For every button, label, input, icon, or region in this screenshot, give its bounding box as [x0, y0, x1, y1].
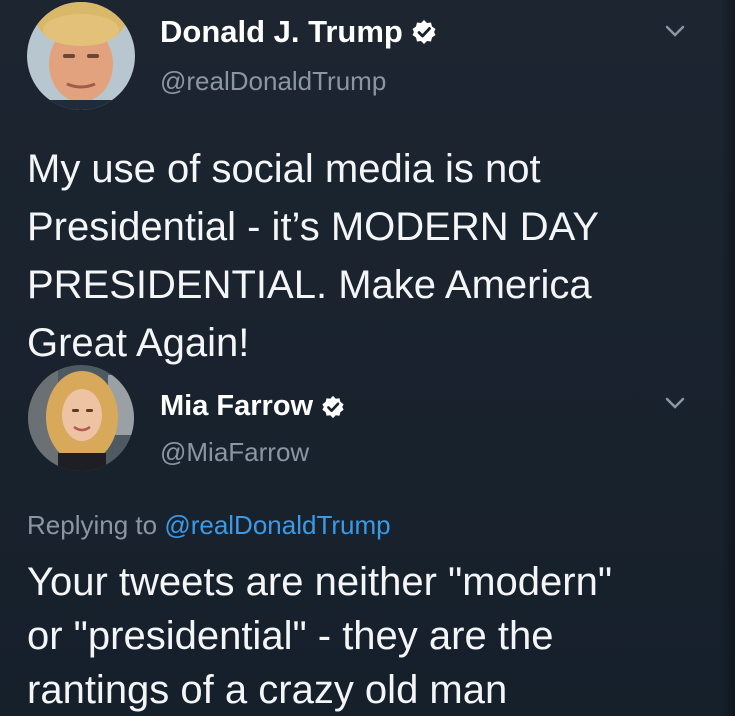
verified-badge-icon — [411, 19, 437, 45]
profile-photo-icon — [28, 365, 134, 471]
screen-edge-shadow — [721, 0, 735, 716]
author-handle[interactable]: @realDonaldTrump — [160, 66, 386, 97]
timeline-view: Donald J. Trump @realDonaldTrump My use … — [0, 0, 735, 716]
verified-badge-icon — [321, 395, 345, 419]
trump-name-line[interactable]: Donald J. Trump — [160, 14, 437, 50]
chevron-down-icon[interactable] — [664, 396, 686, 410]
chevron-down-icon[interactable] — [664, 24, 686, 38]
reply-text-line: rantings of a crazy old man — [27, 668, 508, 712]
replying-to: Replying to @realDonaldTrump — [27, 510, 391, 541]
profile-photo-icon — [27, 2, 135, 110]
replying-to-mention[interactable]: @realDonaldTrump — [164, 510, 390, 540]
reply-text-line: Your tweets are neither "modern" — [27, 560, 613, 604]
author-handle[interactable]: @MiaFarrow — [160, 437, 309, 468]
tweet-text-line: PRESIDENTIAL. Make America — [27, 263, 592, 307]
farrow-name-line[interactable]: Mia Farrow — [160, 390, 345, 423]
replying-to-label: Replying to — [27, 510, 165, 540]
reply-text-line: or "presidential" - they are the — [27, 614, 554, 658]
trump-avatar[interactable] — [27, 2, 135, 110]
author-name[interactable]: Mia Farrow — [160, 390, 313, 423]
tweet-text-line: Great Again! — [27, 321, 250, 365]
reply-text: Your tweets are neither "modern" or "pre… — [27, 555, 612, 716]
tweet-text-line: Presidential - it’s MODERN DAY — [27, 205, 599, 249]
tweet-text-line: My use of social media is not — [27, 147, 541, 191]
tweet-text: My use of social media is not Presidenti… — [27, 140, 599, 372]
farrow-avatar[interactable] — [28, 365, 134, 471]
author-name[interactable]: Donald J. Trump — [160, 14, 403, 50]
